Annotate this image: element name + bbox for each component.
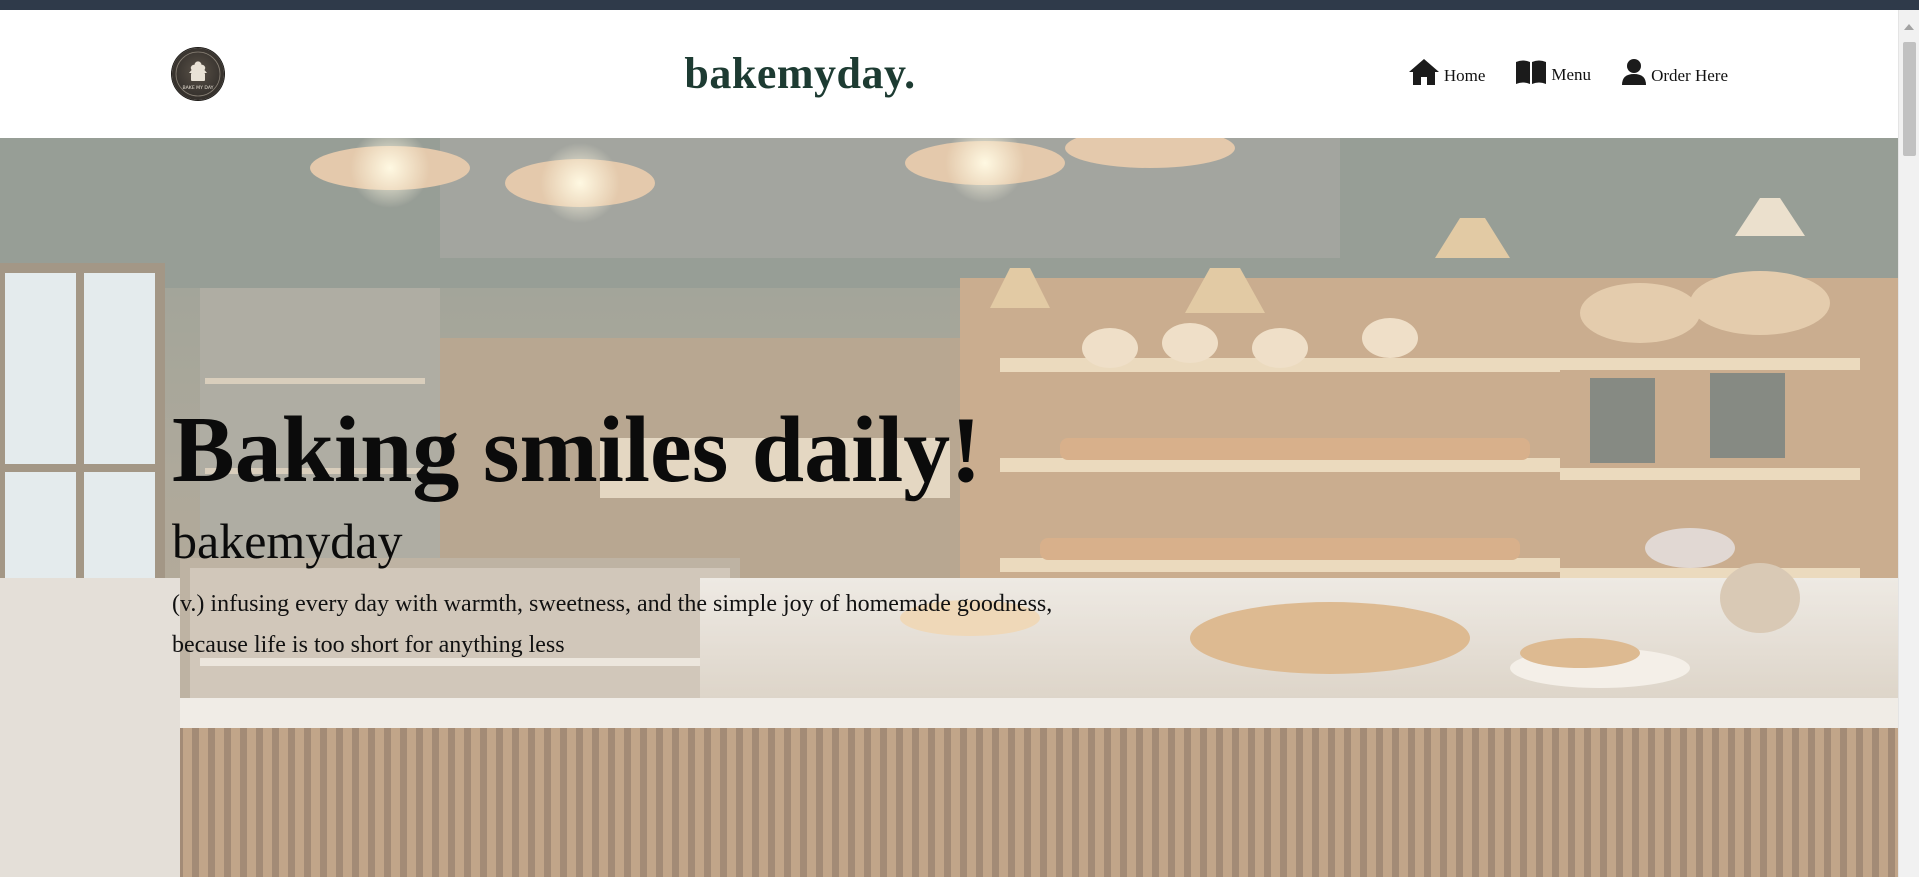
main-nav: Home Menu Order Here bbox=[1408, 58, 1728, 86]
scroll-thumb[interactable] bbox=[1903, 42, 1916, 156]
hero-section: Baking smiles daily! bakemyday (v.) infu… bbox=[0, 138, 1898, 877]
home-icon bbox=[1408, 58, 1440, 86]
browser-top-strip bbox=[0, 0, 1919, 10]
book-icon bbox=[1515, 59, 1547, 85]
nav-item-menu[interactable]: Menu bbox=[1515, 59, 1591, 85]
hero-description: (v.) infusing every day with warmth, swe… bbox=[172, 591, 1053, 658]
nav-item-order[interactable]: Order Here bbox=[1621, 58, 1728, 86]
brand-title[interactable]: bakemyday. bbox=[0, 48, 1600, 99]
nav-label-order: Order Here bbox=[1651, 66, 1728, 85]
hero-text: Baking smiles daily! bakemyday (v.) infu… bbox=[172, 400, 1092, 666]
nav-label-home: Home bbox=[1443, 66, 1486, 85]
scroll-up-arrow-icon[interactable] bbox=[1904, 24, 1914, 30]
navbar: BAKE MY DAY bakemyday. Home Menu Order H… bbox=[0, 10, 1898, 138]
user-icon bbox=[1621, 58, 1647, 86]
nav-label-menu: Menu bbox=[1551, 65, 1592, 84]
page-scrollbar[interactable] bbox=[1898, 10, 1919, 877]
page: BAKE MY DAY bakemyday. Home Menu Order H… bbox=[0, 0, 1919, 877]
hero-title: Baking smiles daily! bbox=[172, 398, 982, 502]
hero-subtitle: bakemyday bbox=[172, 513, 403, 569]
nav-item-home[interactable]: Home bbox=[1408, 58, 1486, 86]
